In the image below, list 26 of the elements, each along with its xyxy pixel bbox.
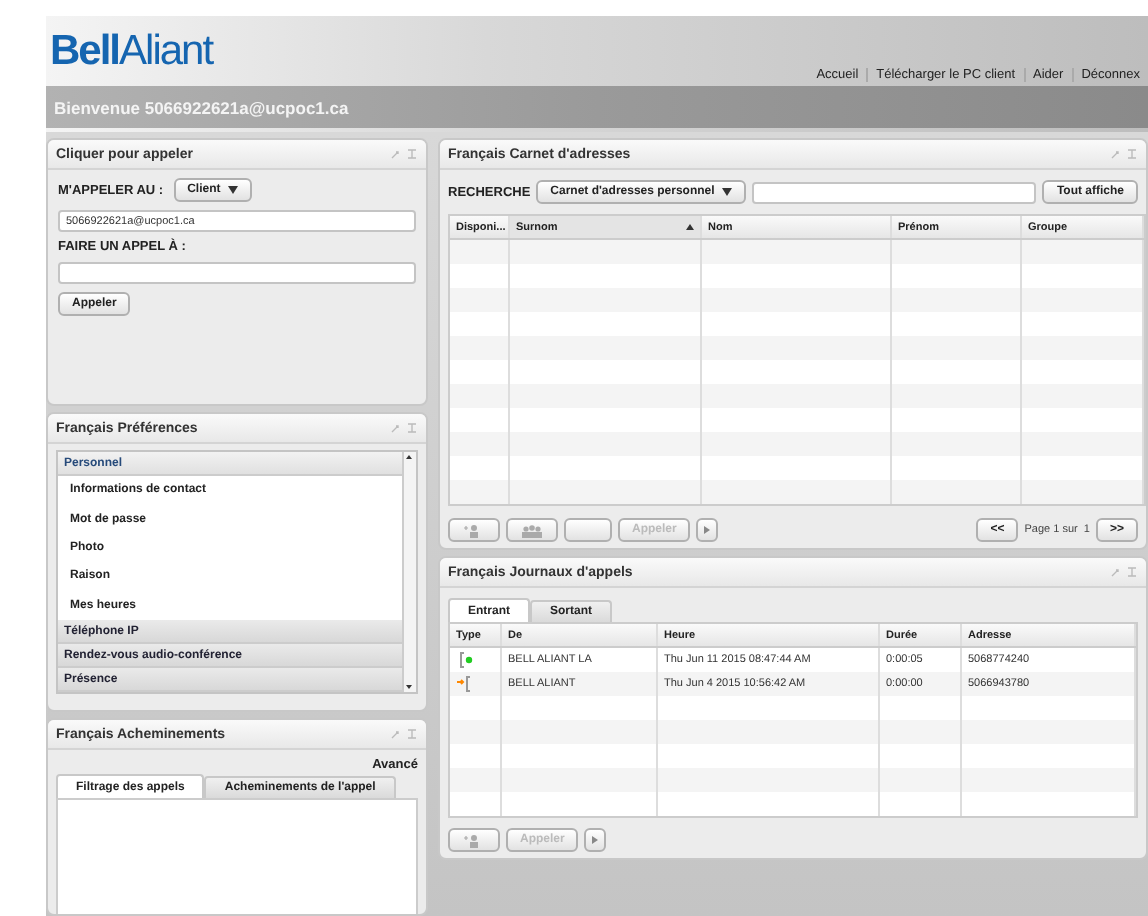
- sort-icon: [686, 224, 694, 230]
- panel-controls-icon[interactable]: [390, 148, 418, 160]
- panel-controls-icon[interactable]: [390, 728, 418, 740]
- group-icon: [520, 523, 544, 537]
- add-contact-button[interactable]: [448, 518, 500, 542]
- play-icon: [704, 526, 711, 534]
- play-icon: [592, 836, 599, 844]
- panel-controls-icon[interactable]: [1110, 566, 1138, 578]
- search-field[interactable]: [752, 181, 1037, 203]
- expand-button[interactable]: [696, 518, 719, 542]
- welcome-text: Bienvenue 5066922621a@ucpoc1.ca: [54, 97, 349, 117]
- blank-button[interactable]: [564, 518, 612, 542]
- caret-icon: [722, 188, 733, 196]
- add-contact-button[interactable]: [448, 828, 500, 852]
- caret-icon: [228, 186, 239, 194]
- scrollbar[interactable]: [402, 452, 416, 692]
- group-button[interactable]: [506, 518, 558, 542]
- outgoing-call-icon: [456, 676, 474, 692]
- logo: BellAliant: [48, 30, 213, 74]
- panel-controls-icon[interactable]: [390, 422, 418, 434]
- expand-button[interactable]: [584, 828, 607, 852]
- panel-controls-icon[interactable]: [1110, 148, 1138, 160]
- make-call-field[interactable]: [58, 262, 416, 284]
- scroll-up-icon[interactable]: [404, 452, 414, 462]
- incoming-call-icon: [456, 652, 474, 668]
- scroll-down-icon[interactable]: [404, 682, 414, 692]
